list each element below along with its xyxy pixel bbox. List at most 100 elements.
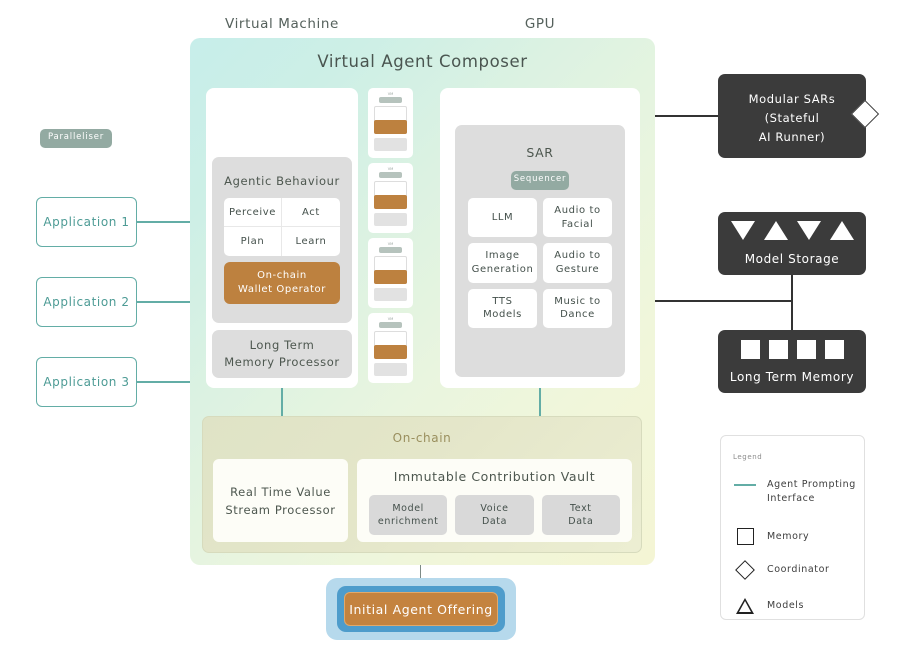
model-cell-audio-to-gesture[interactable]: Audio to Gesture [543, 243, 612, 283]
long-term-memory-processor-label: Long Term Memory Processor [212, 337, 352, 371]
wallet-line-2: Wallet Operator [238, 284, 326, 295]
model-a2g-line2: Gesture [555, 263, 600, 275]
page-title: Virtual Agent Composer [317, 52, 528, 71]
modular-sars-node[interactable]: Modular SARs (Stateful AI Runner) [718, 74, 866, 158]
initial-agent-offering-button[interactable]: Initial Agent Offering [344, 592, 498, 626]
vault-item-text-data[interactable]: Text Data [541, 495, 620, 535]
mini-vm-card-2[interactable]: VM [368, 163, 413, 233]
triangle-icon [733, 598, 757, 614]
mini-vm-badge-1 [379, 97, 402, 103]
agentic-cell-act[interactable]: Act [282, 198, 340, 227]
mini-vm-orange-2 [374, 195, 407, 209]
triangle-down-icon-1 [730, 221, 755, 240]
square-icon-1 [740, 340, 760, 359]
legend-item-memory: Memory [733, 528, 863, 545]
vault-model-line2: enrichment [377, 516, 439, 527]
legend-item-agent-prompting-interface: Agent Prompting Interface [733, 478, 863, 506]
connector-storage-memory [791, 275, 793, 331]
agentic-cell-plan[interactable]: Plan [224, 227, 282, 256]
model-tts-line1: TTS [492, 295, 513, 307]
vault-item-voice-data[interactable]: Voice Data [455, 495, 534, 535]
virtual-machine-title: Virtual Machine [225, 16, 339, 32]
gpu-model-grid: LLM Audio to Facial Image Generation Aud… [468, 198, 612, 328]
legend-label-agent-prompting-interface: Agent Prompting Interface [767, 479, 856, 504]
long-term-memory-icons [718, 340, 866, 359]
legend-title: Legend [733, 453, 763, 461]
square-icon [733, 528, 757, 545]
connector-app2 [137, 301, 192, 303]
agentic-behaviour-grid: Perceive Act Plan Learn [224, 198, 340, 256]
model-storage-node[interactable]: Model Storage [718, 212, 866, 275]
application-1-box[interactable]: Application 1 [36, 197, 137, 247]
mini-vm-gray-4 [374, 363, 407, 376]
application-3-box[interactable]: Application 3 [36, 357, 137, 407]
triangle-up-icon-1 [763, 221, 788, 240]
mini-vm-label-2: VM [387, 167, 394, 171]
model-tts-line2: Models [483, 309, 522, 321]
vault-text-line2: Data [568, 516, 594, 527]
sars-line-1: Modular SARs [748, 92, 836, 106]
agentic-cell-learn[interactable]: Learn [282, 227, 340, 256]
connector-composer-memory [654, 300, 792, 302]
gpu-title: GPU [524, 16, 556, 32]
vault-items-grid: Model enrichment Voice Data Text Data [369, 495, 620, 535]
model-storage-label: Model Storage [744, 252, 840, 266]
agentic-cell-perceive[interactable]: Perceive [224, 198, 282, 227]
model-llm-line1: LLM [491, 211, 514, 223]
ltmp-line-2: Memory Processor [224, 355, 340, 369]
rtv-line-1: Real Time Value [230, 484, 331, 499]
mini-vm-orange-3 [374, 270, 407, 284]
connector-app3 [137, 381, 192, 383]
model-cell-tts-models[interactable]: TTS Models [468, 288, 537, 328]
mini-vm-gray-3 [374, 288, 407, 301]
connector-composer-sars [654, 115, 720, 117]
mini-vm-card-1[interactable]: VM [368, 88, 413, 158]
mini-vm-badge-2 [379, 172, 402, 178]
application-2-box[interactable]: Application 2 [36, 277, 137, 327]
square-icon-4 [824, 340, 844, 359]
mini-vm-card-3[interactable]: VM [368, 238, 413, 308]
line-icon [733, 478, 757, 486]
sars-line-3: AI Runner) [758, 130, 826, 144]
mini-vm-orange-1 [374, 120, 407, 134]
mini-vm-badge-4 [379, 322, 402, 328]
long-term-memory-node[interactable]: Long Term Memory [718, 330, 866, 393]
rtv-line-2: Stream Processor [225, 502, 336, 517]
model-a2g-line1: Audio to [554, 250, 601, 262]
sars-line-2: (Stateful [764, 111, 820, 125]
mini-vm-badge-3 [379, 247, 402, 253]
mini-vm-card-4[interactable]: VM [368, 313, 413, 383]
model-cell-music-to-dance[interactable]: Music to Dance [543, 288, 612, 328]
agentic-behaviour-title: Agentic Behaviour [224, 174, 340, 188]
on-chain-wallet-operator-box[interactable]: On-chain Wallet Operator [224, 262, 340, 304]
modular-sars-label: Modular SARs (Stateful AI Runner) [718, 90, 866, 147]
paralleliser-badge[interactable]: Paralleliser [40, 129, 112, 148]
vault-voice-line1: Voice [480, 503, 509, 514]
legend-item-models: Models [733, 598, 863, 614]
model-m2d-line1: Music to [554, 295, 601, 307]
model-cell-llm[interactable]: LLM [468, 198, 537, 238]
mini-vm-gray-1 [374, 138, 407, 151]
ltmp-line-1: Long Term [249, 338, 315, 352]
sar-title: SAR [526, 145, 554, 160]
real-time-value-stream-processor-card[interactable]: Real Time Value Stream Processor [213, 459, 348, 542]
model-cell-audio-to-facial[interactable]: Audio to Facial [543, 198, 612, 238]
sequencer-badge[interactable]: Sequencer [511, 171, 569, 190]
mini-vm-label-4: VM [387, 317, 394, 321]
legend-label-models: Models [767, 600, 805, 611]
diagram-canvas: Virtual Agent Composer Virtual Machine P… [0, 0, 900, 669]
mini-vm-label-3: VM [387, 242, 394, 246]
vault-voice-line2: Data [481, 516, 508, 527]
diamond-icon [733, 560, 757, 580]
vault-item-model-enrichment[interactable]: Model enrichment [369, 495, 448, 535]
triangle-down-icon-2 [796, 221, 821, 240]
vault-model-line1: Model [392, 503, 424, 514]
legend-label-memory: Memory [767, 530, 810, 542]
model-storage-icons [718, 221, 866, 240]
mini-vm-orange-4 [374, 345, 407, 359]
connector-app1 [137, 221, 192, 223]
model-imggen-line2: Generation [471, 263, 534, 275]
model-a2f-line1: Audio to [554, 205, 601, 217]
model-cell-image-generation[interactable]: Image Generation [468, 243, 537, 283]
square-icon-2 [768, 340, 788, 359]
